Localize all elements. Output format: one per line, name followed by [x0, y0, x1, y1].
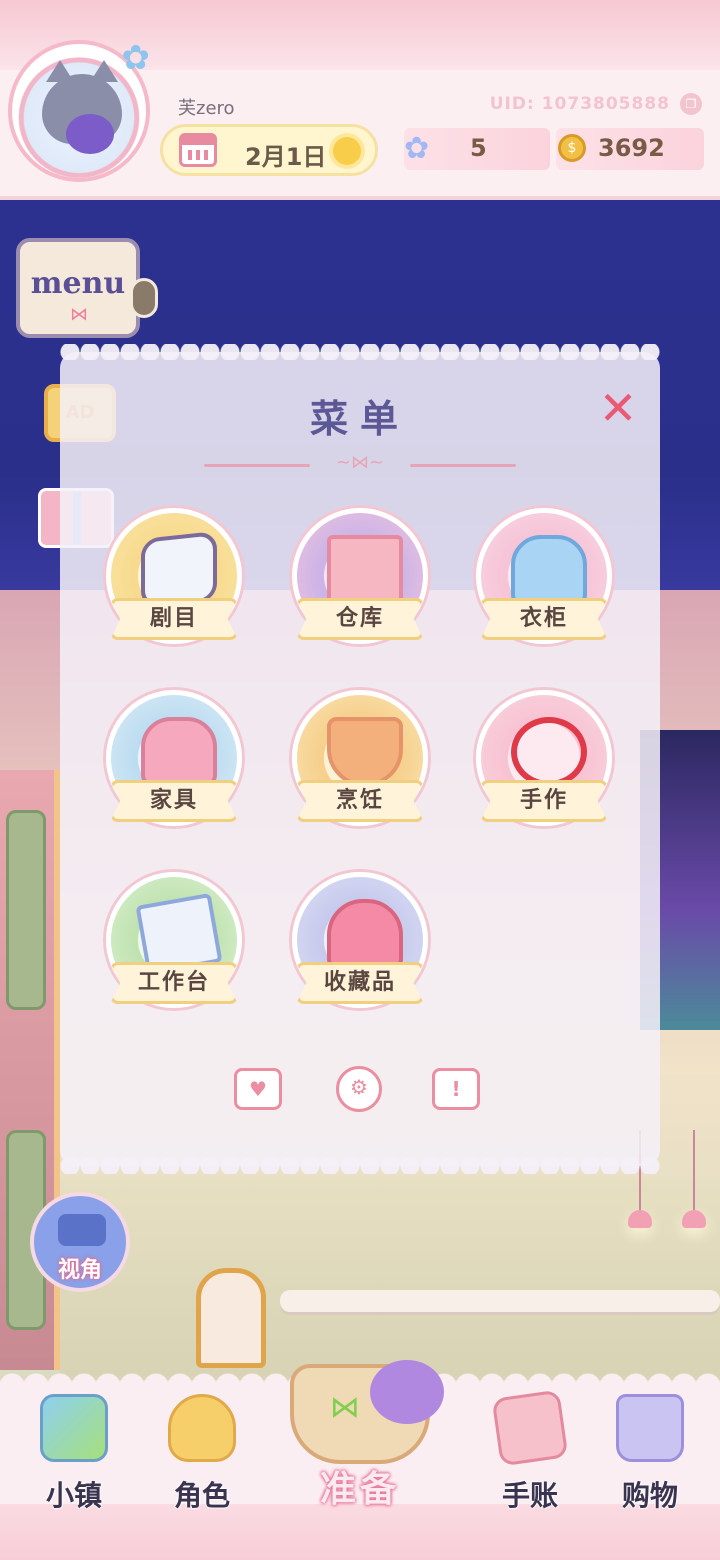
- calendar-icon: [179, 133, 217, 167]
- menu-item-wardrobe[interactable]: 衣柜: [470, 504, 618, 654]
- avatar[interactable]: ✿: [8, 38, 151, 182]
- character-icon: [168, 1394, 236, 1462]
- rainbow-star-icon: ✿: [404, 131, 430, 166]
- view-angle-label: 视角: [57, 1258, 102, 1283]
- menu-panel: 菜单 ✕ ~⋈~ 剧目 仓库 衣柜 家具 烹饪 手作 工作台 收藏品 ♥ ⚙ !: [60, 344, 660, 1174]
- nav-item-journal[interactable]: 手账: [470, 1389, 590, 1520]
- menu-item-label: 烹饪: [296, 780, 424, 822]
- star-count: 5: [470, 134, 487, 162]
- purple-ball-icon: [66, 114, 114, 154]
- map-icon: [40, 1394, 108, 1462]
- menu-item-label: 手作: [480, 780, 608, 822]
- nav-label: 手账: [501, 1479, 558, 1512]
- green-bow-icon: ⋈: [330, 1390, 360, 1425]
- bow-ornament-icon: ~⋈~: [335, 452, 385, 473]
- uid-text: UID: 1073805888: [489, 94, 670, 114]
- storage-box-icon: [327, 535, 403, 605]
- menu-item-repertoire[interactable]: 剧目: [100, 504, 248, 654]
- bottom-navigation: 小镇 角色 ⋈ 准备 手账 购物: [0, 1360, 720, 1560]
- nav-item-town[interactable]: 小镇: [14, 1390, 134, 1520]
- menu-item-collection[interactable]: 收藏品: [286, 868, 434, 1018]
- menu-item-label: 收藏品: [296, 962, 424, 1004]
- camera-icon: [58, 1214, 106, 1246]
- hanging-lamp: [628, 1130, 652, 1228]
- nav-label: 小镇: [45, 1479, 102, 1512]
- view-angle-button[interactable]: 视角: [30, 1192, 130, 1292]
- close-button[interactable]: ✕: [596, 384, 640, 432]
- shopping-bag-icon: [616, 1394, 684, 1462]
- nav-label: 购物: [621, 1479, 678, 1512]
- menu-item-label: 衣柜: [480, 598, 608, 640]
- panel-bottom-icons: ♥ ⚙ !: [60, 1066, 660, 1118]
- nav-label: 角色: [173, 1479, 230, 1512]
- menu-item-workbench[interactable]: 工作台: [100, 868, 248, 1018]
- top-header: ✿ 芙zero UID: 1073805888 ❐ 2月1日 ✿ 5 $ 369…: [0, 0, 720, 200]
- title-divider: ~⋈~: [204, 452, 516, 473]
- panel-lace-bottom: [60, 1158, 660, 1174]
- panel-title: 菜单: [309, 397, 410, 441]
- date-text: 2月1日: [245, 143, 327, 171]
- menu-item-furniture[interactable]: 家具: [100, 686, 248, 836]
- chair-furniture: [196, 1268, 266, 1368]
- bow-icon: ⋈: [70, 304, 88, 325]
- nav-item-character[interactable]: 角色: [142, 1390, 262, 1520]
- carousel-music-box-icon: [327, 899, 403, 969]
- armchair-icon: [141, 717, 217, 787]
- menu-item-cooking[interactable]: 烹饪: [286, 686, 434, 836]
- door-panel: [6, 810, 46, 1010]
- date-display: 2月1日: [160, 124, 378, 176]
- copy-uid-icon[interactable]: ❐: [680, 93, 702, 115]
- nav-label: 准备: [319, 1469, 400, 1510]
- coin-count: 3692: [598, 134, 665, 162]
- menu-item-label: 仓库: [296, 598, 424, 640]
- sunny-weather-icon: [333, 137, 361, 165]
- hanging-lamp: [682, 1130, 706, 1228]
- mail-icon[interactable]: ♥: [234, 1068, 282, 1110]
- menu-item-crafting[interactable]: 手作: [470, 686, 618, 836]
- menu-item-warehouse[interactable]: 仓库: [286, 504, 434, 654]
- username: 芙zero: [178, 98, 235, 119]
- star-currency[interactable]: ✿ 5: [404, 128, 550, 170]
- menu-item-label: 家具: [110, 780, 238, 822]
- journal-icon: [491, 1389, 569, 1467]
- bench-furniture: [280, 1290, 720, 1312]
- menu-button[interactable]: menu ⋈: [16, 238, 158, 338]
- menu-item-label: 剧目: [110, 598, 238, 640]
- menu-button-label: menu: [30, 266, 126, 301]
- cat-tail-icon: [130, 278, 158, 318]
- panel-lace-top: [60, 344, 660, 360]
- notice-icon[interactable]: !: [432, 1068, 480, 1110]
- settings-gear-icon[interactable]: ⚙: [336, 1066, 382, 1112]
- nav-item-prepare[interactable]: ⋈ 准备: [262, 1324, 458, 1524]
- header-lace: [0, 186, 720, 200]
- dress-icon: [511, 535, 587, 605]
- open-book-quill-icon: [141, 531, 217, 609]
- nav-item-shopping[interactable]: 购物: [590, 1390, 710, 1520]
- coin-currency[interactable]: $ 3692: [556, 128, 704, 170]
- purple-hat-icon: [370, 1360, 444, 1424]
- scissors-icon: [511, 717, 587, 787]
- menu-item-label: 工作台: [110, 962, 238, 1004]
- blue-bow-icon: ✿: [121, 38, 151, 78]
- gold-coin-icon: $: [558, 134, 586, 162]
- cooking-bowl-icon: [327, 717, 403, 787]
